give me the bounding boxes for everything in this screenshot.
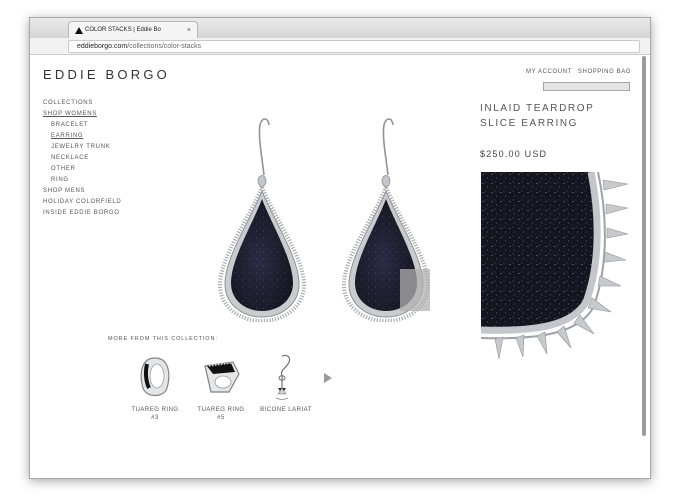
url-path: /collections/color-stacks (127, 43, 202, 50)
product-image[interactable] (206, 117, 431, 322)
sidebar-item-jewelry-trunk[interactable]: JEWELRY TRUNK (43, 142, 121, 153)
top-nav: MY ACCOUNT SHOPPING BAG (526, 69, 637, 75)
sidebar-item-shop-womens[interactable]: SHOP WOMENS (43, 109, 121, 120)
product-title: INLAID TEARDROP SLICE EARRING (480, 103, 595, 129)
thumbnail-label-tuareg-ring-3[interactable]: TUAREG RING #3 (123, 406, 187, 422)
sidebar-item-holiday-colorfield[interactable]: HOLIDAY COLORFIELD (43, 197, 121, 208)
address-bar-area: eddieborgo.com/collections/color-stacks (30, 38, 650, 55)
url-domain: eddieborgo.com (77, 43, 128, 50)
tab-close-icon[interactable]: × (187, 22, 191, 39)
product-price: $250.00 USD (480, 149, 548, 159)
left-earring (217, 118, 307, 322)
sidebar-nav: COLLECTIONS SHOP WOMENS BRACELET EARRING… (43, 98, 121, 219)
thumbnail-sub: #5 (217, 415, 225, 421)
sidebar-item-earring[interactable]: EARRING (43, 131, 121, 142)
sidebar-item-necklace[interactable]: NECKLACE (43, 153, 121, 164)
site-favicon-icon (75, 27, 83, 34)
sidebar-item-shop-mens[interactable]: SHOP MENS (43, 186, 121, 197)
sidebar-item-inside-eddie-borgo[interactable]: INSIDE EDDIE BORGO (43, 208, 121, 219)
tab-title: COLOR STACKS | Eddie Bo (85, 27, 161, 33)
scrollbar-thumb[interactable] (642, 56, 646, 436)
thumbnail-name: TUAREG RING (131, 407, 179, 413)
thumbnail-label-tuareg-ring-5[interactable]: TUAREG RING #5 (189, 406, 253, 422)
next-arrow-icon[interactable] (324, 373, 332, 383)
thumbnail-name: BICONE LARIAT (260, 407, 312, 413)
browser-window: COLOR STACKS | Eddie Bo × eddieborgo.com… (29, 17, 651, 479)
tab-bar: COLOR STACKS | Eddie Bo × (30, 18, 650, 39)
address-bar[interactable]: eddieborgo.com/collections/color-stacks (68, 40, 640, 53)
sidebar-item-bracelet[interactable]: BRACELET (43, 120, 121, 131)
thumbnail-bicone-lariat[interactable] (258, 352, 314, 404)
search-input[interactable] (543, 82, 630, 91)
thumbnail-label-bicone-lariat[interactable]: BICONE LARIAT (254, 406, 318, 414)
shopping-bag-link[interactable]: SHOPPING BAG (578, 69, 631, 75)
scrollbar[interactable] (642, 56, 648, 476)
thumbnail-name: TUAREG RING (197, 407, 245, 413)
more-from-collection-label: MORE FROM THIS COLLECTION: (108, 336, 218, 342)
my-account-link[interactable]: MY ACCOUNT (526, 69, 572, 75)
browser-tab[interactable]: COLOR STACKS | Eddie Bo × (68, 21, 198, 39)
thumbnail-sub: #3 (151, 415, 159, 421)
site-logo[interactable]: EDDIE BORGO (43, 67, 170, 82)
sidebar-item-collections[interactable]: COLLECTIONS (43, 98, 121, 109)
thumbnail-tuareg-ring-5[interactable] (193, 352, 249, 404)
page-content: EDDIE BORGO MY ACCOUNT SHOPPING BAG COLLE… (30, 55, 640, 475)
zoom-detail-image (481, 172, 628, 359)
sidebar-item-other[interactable]: OTHER (43, 164, 121, 175)
zoom-lens[interactable] (400, 269, 430, 311)
thumbnail-tuareg-ring-3[interactable] (127, 352, 183, 404)
sidebar-item-ring[interactable]: RING (43, 175, 121, 186)
